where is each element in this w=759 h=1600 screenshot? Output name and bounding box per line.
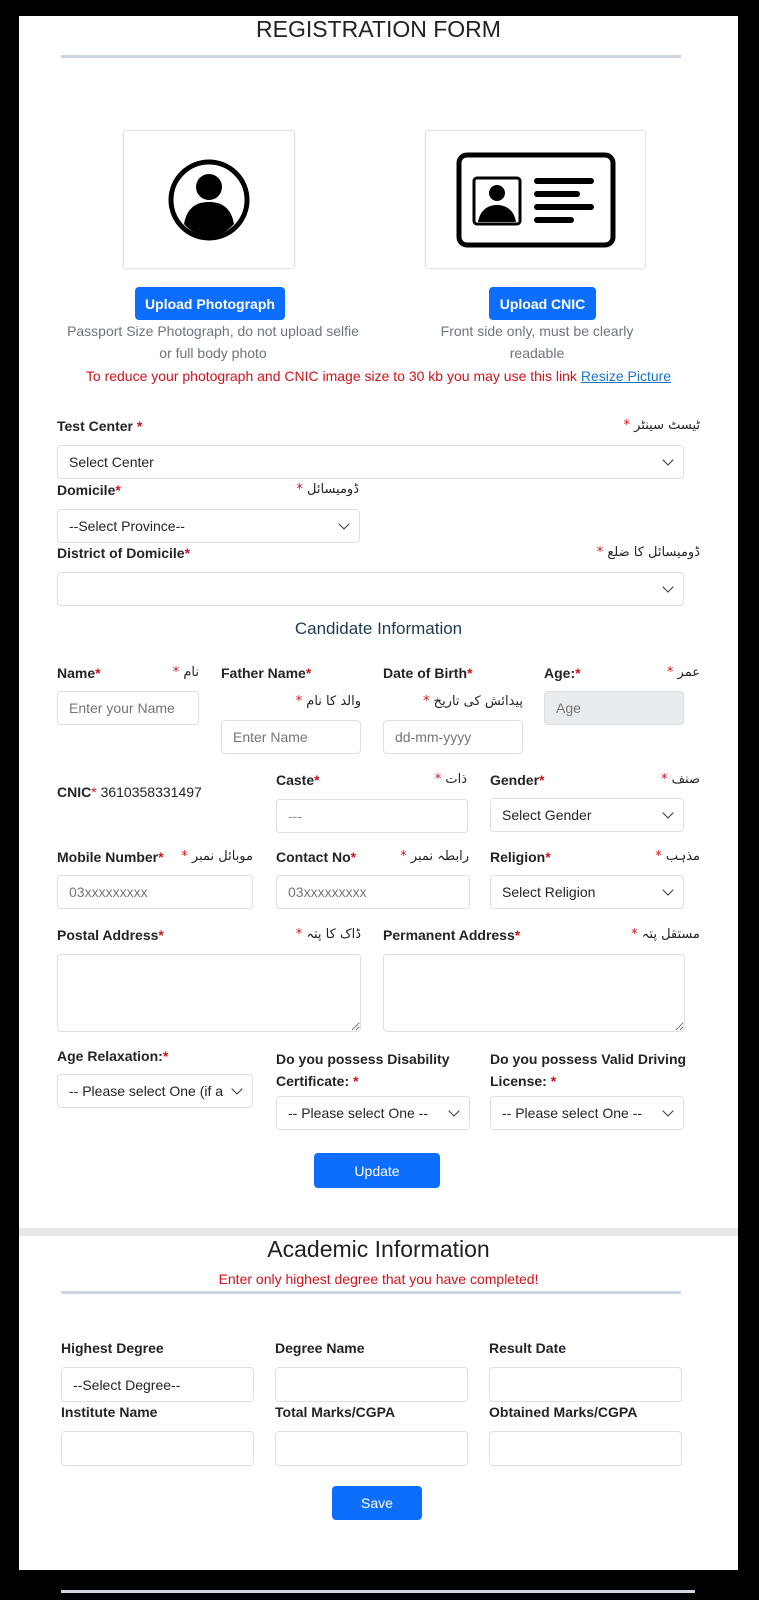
chevron-down-icon bbox=[662, 807, 674, 819]
resize-picture-link[interactable]: Resize Picture bbox=[581, 368, 671, 384]
cnic-display: CNIC* 3610358331497 bbox=[57, 784, 202, 800]
chevron-down-icon bbox=[662, 1105, 674, 1117]
gender-select[interactable]: Select Gender bbox=[490, 798, 684, 832]
caste-label: Caste* bbox=[276, 772, 320, 788]
registration-card: REGISTRATION FORM Upload Photograph Pass… bbox=[19, 16, 738, 1230]
degree-name-label: Degree Name bbox=[275, 1340, 365, 1356]
father-name-label-urdu: * والد کا نام bbox=[295, 694, 361, 709]
total-marks-label: Total Marks/CGPA bbox=[275, 1404, 396, 1420]
id-card-icon bbox=[456, 152, 615, 247]
contact-label: Contact No* bbox=[276, 849, 357, 865]
postal-address-textarea[interactable] bbox=[57, 954, 361, 1032]
test-center-label: Test Center * bbox=[57, 418, 143, 434]
chevron-down-icon bbox=[662, 581, 674, 593]
academic-heading: Academic Information bbox=[267, 1236, 490, 1262]
section-separator bbox=[19, 1228, 738, 1236]
dob-label-urdu: * پیدائش کی تاریخ bbox=[423, 694, 523, 709]
religion-label: Religion* bbox=[490, 849, 551, 865]
upload-cnic-button[interactable]: Upload CNIC bbox=[489, 287, 596, 320]
domicile-label-urdu: * ڈومیسائل bbox=[296, 482, 359, 497]
upload-photograph-button[interactable]: Upload Photograph bbox=[135, 287, 285, 320]
gender-label: Gender* bbox=[490, 772, 545, 788]
permanent-address-label-urdu: * مستقل پتہ bbox=[631, 927, 700, 942]
district-select[interactable] bbox=[57, 572, 684, 606]
institute-name-input[interactable] bbox=[61, 1431, 254, 1466]
chevron-down-icon bbox=[448, 1105, 460, 1117]
next-section-divider bbox=[61, 1590, 695, 1593]
domicile-province-select[interactable]: --Select Province-- bbox=[57, 509, 360, 543]
cnic-hint: Front side only, must be clearly readabl… bbox=[407, 320, 667, 364]
permanent-address-textarea[interactable] bbox=[383, 954, 685, 1032]
district-label-urdu: ڈومیسائل کا ضلع * bbox=[596, 545, 700, 560]
age-label: Age:* bbox=[544, 665, 581, 681]
gender-label-urdu: * صنف bbox=[660, 772, 700, 787]
candidate-info-heading: Candidate Information bbox=[294, 619, 463, 638]
result-date-input[interactable] bbox=[489, 1367, 682, 1402]
academic-divider bbox=[61, 1291, 681, 1294]
dob-label: Date of Birth* bbox=[383, 665, 473, 681]
age-input bbox=[544, 691, 684, 725]
photo-hint: Passport Size Photograph, do not upload … bbox=[19, 320, 407, 364]
cnic-hint-line1: Front side only, must be clearly bbox=[440, 323, 634, 339]
disability-label: Do you possess Disability Certificate: * bbox=[276, 1051, 450, 1089]
dob-input[interactable] bbox=[383, 720, 523, 754]
age-relaxation-label: Age Relaxation:* bbox=[57, 1048, 169, 1064]
district-label: District of Domicile* bbox=[57, 545, 191, 561]
mobile-input[interactable] bbox=[57, 875, 253, 909]
age-label-urdu: * عمر bbox=[666, 665, 700, 680]
test-center-label-urdu: ٹیسٹ سینٹر * bbox=[623, 418, 700, 433]
academic-notice: Enter only highest degree that you have … bbox=[218, 1271, 539, 1287]
highest-degree-select[interactable]: --Select Degree-- bbox=[61, 1367, 254, 1402]
contact-input[interactable] bbox=[276, 875, 470, 909]
mobile-label: Mobile Number* bbox=[57, 849, 164, 865]
resize-notice-text: To reduce your photograph and CNIC image… bbox=[85, 368, 577, 384]
cnic-preview[interactable] bbox=[425, 130, 646, 269]
postal-address-label-urdu: * ڈاک کا پتہ bbox=[295, 927, 361, 942]
name-label-urdu: * نام bbox=[172, 665, 199, 680]
disability-select[interactable]: -- Please select One -- bbox=[276, 1096, 470, 1130]
title-divider bbox=[61, 55, 681, 58]
total-marks-input[interactable] bbox=[275, 1431, 468, 1466]
chevron-down-icon bbox=[662, 454, 674, 466]
highest-degree-label: Highest Degree bbox=[61, 1340, 164, 1356]
test-center-select[interactable]: Select Center bbox=[57, 445, 684, 479]
mobile-label-urdu: * موبائل نمبر bbox=[181, 849, 253, 864]
update-button[interactable]: Update bbox=[314, 1153, 440, 1188]
driving-license-label: Do you possess Valid Driving License: * bbox=[490, 1051, 687, 1089]
chevron-down-icon bbox=[662, 884, 674, 896]
photo-hint-line1: Passport Size Photograph, do not upload … bbox=[67, 323, 359, 339]
caste-input[interactable]: --- bbox=[276, 799, 468, 833]
obtained-marks-label: Obtained Marks/CGPA bbox=[489, 1404, 638, 1420]
degree-name-input[interactable] bbox=[275, 1367, 468, 1402]
photo-hint-line2: or full body photo bbox=[159, 345, 267, 361]
academic-card: Academic Information Enter only highest … bbox=[19, 1236, 738, 1570]
save-button[interactable]: Save bbox=[332, 1486, 422, 1520]
contact-label-urdu: * رابطہ نمبر bbox=[400, 849, 469, 864]
caste-label-urdu: * ذات bbox=[434, 772, 467, 787]
permanent-address-label: Permanent Address* bbox=[383, 927, 521, 943]
religion-select[interactable]: Select Religion bbox=[490, 875, 684, 909]
domicile-label: Domicile* bbox=[57, 482, 121, 498]
chevron-down-icon bbox=[231, 1083, 243, 1095]
photo-preview[interactable] bbox=[123, 130, 295, 269]
age-relaxation-select[interactable]: -- Please select One (if a bbox=[57, 1074, 253, 1108]
cnic-value: 3610358331497 bbox=[100, 784, 202, 800]
driving-license-select[interactable]: -- Please select One -- bbox=[490, 1096, 684, 1130]
father-name-label: Father Name* bbox=[221, 665, 312, 681]
name-input[interactable] bbox=[57, 691, 199, 725]
page-title: REGISTRATION FORM bbox=[256, 16, 501, 42]
obtained-marks-input[interactable] bbox=[489, 1431, 682, 1466]
name-label: Name* bbox=[57, 665, 101, 681]
religion-label-urdu: * مذہب bbox=[655, 849, 700, 864]
resize-notice: To reduce your photograph and CNIC image… bbox=[19, 368, 738, 384]
postal-address-label: Postal Address* bbox=[57, 927, 164, 943]
cnic-hint-line2: readable bbox=[509, 345, 565, 361]
father-name-input[interactable] bbox=[221, 720, 361, 754]
institute-name-label: Institute Name bbox=[61, 1404, 158, 1420]
user-avatar-icon bbox=[168, 159, 250, 240]
result-date-label: Result Date bbox=[489, 1340, 567, 1356]
chevron-down-icon bbox=[338, 518, 350, 530]
